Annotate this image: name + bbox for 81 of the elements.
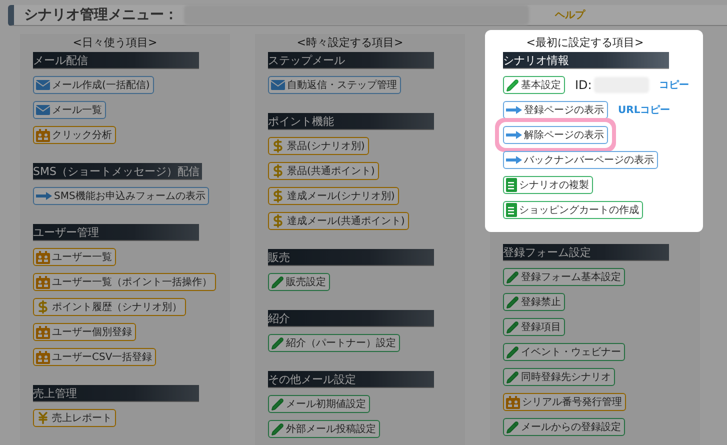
menu-button[interactable]: 登録項目 [503,318,565,336]
pencil-icon [506,320,519,334]
menu-button[interactable]: 登録フォーム基本設定 [503,268,625,286]
column-title: <最初に設定する項目> [525,35,645,51]
dollar-icon [271,164,285,178]
section-heading: ユーザー管理 [33,224,199,241]
document-icon [506,203,517,217]
dollar-icon [271,214,285,228]
pencil-icon [271,422,284,436]
id-card-icon [36,276,50,288]
menu-button[interactable]: 紹介（パートナー）設定 [268,334,400,352]
menu-button[interactable]: ショッピングカートの作成 [503,201,643,219]
menu-button[interactable]: 同時登録先シナリオ [503,368,615,386]
id-card-icon [36,326,50,338]
copy-link[interactable]: URLコピー [618,103,670,117]
id-card-icon [36,128,50,142]
pencil-icon [506,420,519,434]
menu-button[interactable]: ポイント履歴（シナリオ別） [33,298,186,316]
section-heading: その他メール設定 [268,371,434,388]
pencil-icon [506,296,519,308]
menu-button[interactable]: シナリオの複製 [503,176,593,194]
section-heading: 登録フォーム設定 [503,244,669,261]
section-heading: ポイント機能 [268,113,434,130]
section-heading: SMS（ショートメッセージ）配信 [33,163,202,180]
menu-button[interactable]: ユーザー個別登録 [33,323,136,341]
id-card-icon [36,350,50,364]
pencil-icon [271,398,284,410]
menu-button[interactable]: 登録禁止 [503,293,565,311]
pencil-icon [506,370,519,384]
id-card-icon [36,250,50,264]
section-heading: 販売 [268,249,434,266]
dollar-icon [271,189,285,203]
menu-button[interactable]: SMS機能お申込みフォームの表示 [33,187,210,205]
menu-button[interactable]: 自動返信・ステップ管理 [268,76,401,94]
envelope-icon [271,80,285,90]
menu-button[interactable]: 景品(共通ポイント) [268,162,379,180]
column-title: <時々設定する項目> [296,35,404,51]
page-title: シナリオ管理メニュー： [24,6,178,24]
document-icon [506,178,517,192]
menu-button[interactable]: ユーザーCSV一括登録 [33,348,156,366]
menu-button[interactable]: シリアル番号発行管理 [503,393,626,411]
pencil-icon [506,346,519,358]
pencil-icon [506,270,519,284]
menu-button[interactable]: 達成メール(共通ポイント) [268,212,409,230]
menu-button[interactable]: 達成メール(シナリオ別) [268,187,399,205]
menu-button[interactable]: 売上レポート [33,409,116,427]
menu-button[interactable]: ユーザー一覧（ポイント一括操作） [33,273,216,291]
menu-button[interactable]: 販売設定 [268,273,330,291]
menu-button[interactable]: メール一覧 [33,101,106,119]
menu-button[interactable]: メールからの登録設定 [503,418,625,436]
menu-button[interactable]: 景品(シナリオ別) [268,137,369,155]
id-label: ID: [575,78,592,92]
yen-icon [36,411,50,425]
section-heading: 売上管理 [33,385,199,402]
arrow-right-icon [506,106,522,114]
menu-button[interactable]: 登録ページの表示 [503,101,608,119]
envelope-icon [36,105,50,115]
menu-button[interactable]: 基本設定 [503,76,565,94]
id-card-icon [506,396,520,408]
dollar-icon [271,139,285,153]
copy-link[interactable]: コピー [658,78,689,92]
pencil-icon [271,276,284,288]
envelope-icon [36,80,50,90]
arrow-right-icon [506,156,522,164]
menu-button[interactable]: 外部メール投稿設定 [268,420,380,438]
menu-button[interactable]: メール作成(一括配信) [33,76,154,94]
menu-button[interactable]: イベント・ウェビナー [503,343,625,361]
menu-button[interactable]: メール初期値設定 [268,395,370,413]
pencil-icon [271,336,284,350]
arrow-right-icon [506,131,522,139]
pencil-icon [506,78,519,92]
menu-button[interactable]: クリック分析 [33,126,116,144]
section-heading: シナリオ情報 [503,52,669,69]
section-heading: ステップメール [268,52,434,69]
section-heading: 紹介 [268,310,434,327]
column-title: <日々使う項目> [72,35,158,51]
menu-button[interactable]: ユーザー一覧 [33,248,116,266]
section-heading: メール配信 [33,52,199,69]
menu-button[interactable]: バックナンバーページの表示 [503,151,658,169]
arrow-right-icon [36,192,52,200]
dollar-icon [36,300,50,314]
